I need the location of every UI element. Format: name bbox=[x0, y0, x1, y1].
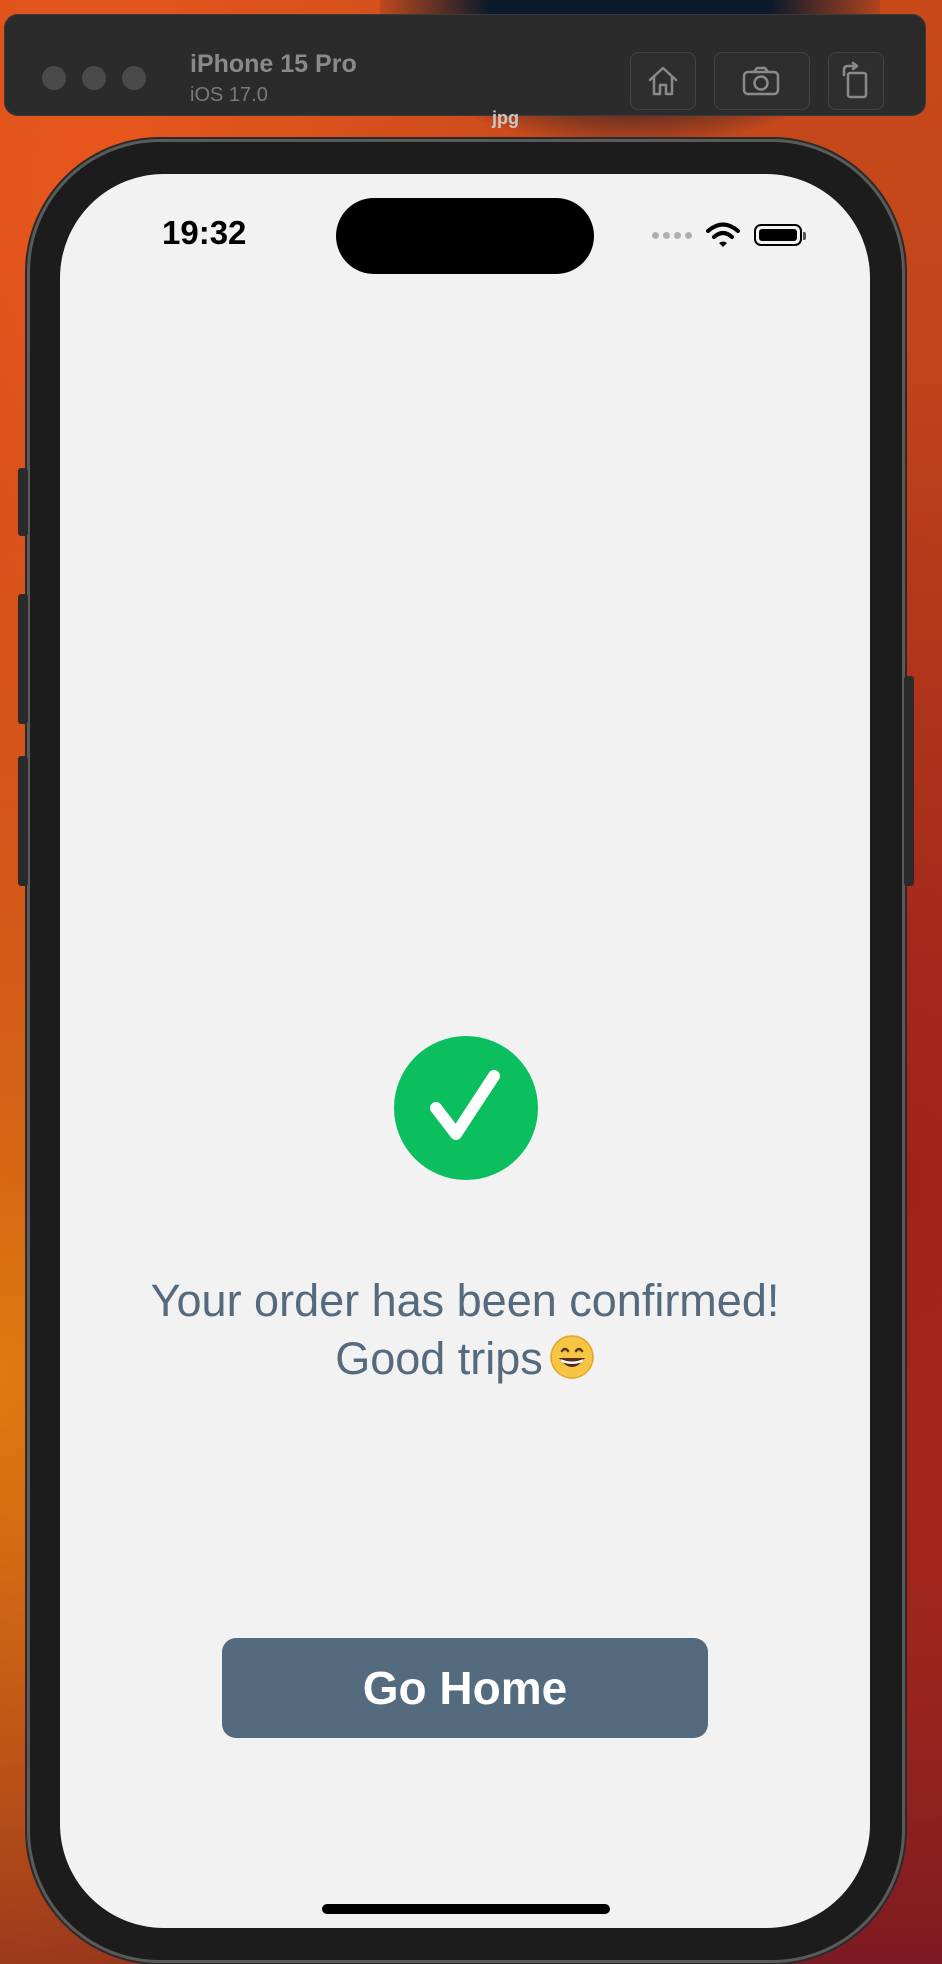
screenshot-button[interactable] bbox=[714, 52, 810, 110]
wifi-icon bbox=[706, 222, 740, 247]
power-button bbox=[904, 676, 914, 886]
confirmation-line-1: Your order has been confirmed! bbox=[150, 1275, 780, 1326]
os-version: iOS 17.0 bbox=[190, 84, 268, 106]
check-circle-icon bbox=[394, 1036, 538, 1180]
grinning-face-icon bbox=[550, 1335, 594, 1379]
status-time: 19:32 bbox=[162, 214, 247, 251]
battery-icon bbox=[754, 224, 806, 246]
simulator-toolbar: iPhone 15 Pro iOS 17.0 bbox=[4, 14, 926, 116]
cellular-signal-icon bbox=[652, 231, 692, 239]
action-button bbox=[18, 468, 28, 536]
confirmation-line-2: Good trips bbox=[335, 1333, 543, 1384]
device-name: iPhone 15 Pro bbox=[190, 50, 357, 78]
volume-up-button bbox=[18, 594, 28, 724]
window-zoom-button[interactable] bbox=[122, 66, 146, 90]
screenshot-icon bbox=[742, 66, 780, 96]
home-button[interactable] bbox=[630, 52, 696, 110]
volume-down-button bbox=[18, 756, 28, 886]
dynamic-island bbox=[336, 198, 594, 274]
file-label: jpg bbox=[492, 108, 519, 128]
go-home-button[interactable]: Go Home bbox=[222, 1638, 708, 1738]
app-screen: 19:32 Your order has been confirmed! Goo… bbox=[60, 174, 870, 1928]
home-indicator bbox=[322, 1904, 610, 1914]
home-icon bbox=[648, 66, 678, 96]
confirmation-line-2-wrapper: Good trips bbox=[60, 1330, 870, 1388]
window-minimize-button[interactable] bbox=[82, 66, 106, 90]
rotate-icon bbox=[842, 61, 868, 99]
status-icons bbox=[652, 222, 806, 248]
confirmation-message: Your order has been confirmed! Good trip… bbox=[60, 1272, 870, 1388]
window-close-button[interactable] bbox=[42, 66, 66, 90]
rotate-button[interactable] bbox=[828, 52, 884, 110]
